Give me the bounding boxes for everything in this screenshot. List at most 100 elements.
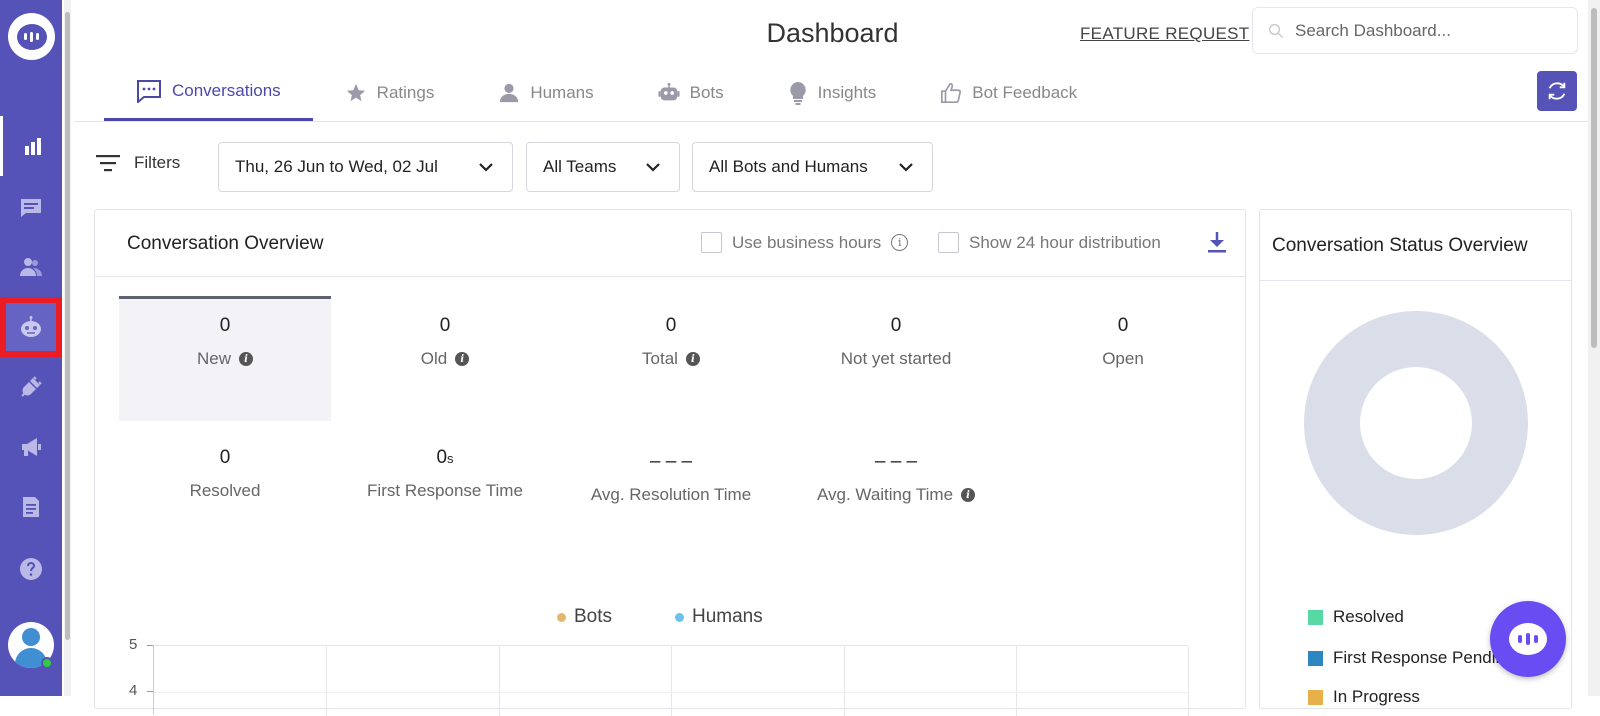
search-input[interactable] xyxy=(1295,20,1555,41)
info-icon[interactable]: i xyxy=(891,234,909,251)
legend-label: First Response Pending xyxy=(1333,648,1515,667)
tab-humans[interactable]: Humans xyxy=(466,64,625,121)
metric-label: Avg. Resolution Time xyxy=(590,485,752,504)
checkbox-box[interactable] xyxy=(701,232,722,253)
tab-label: Humans xyxy=(530,82,594,102)
tab-label: Insights xyxy=(817,82,877,102)
tab-bot-feedback[interactable]: Bot Feedback xyxy=(908,64,1109,121)
legend-label: Humans xyxy=(692,606,763,627)
tab-label: Bots xyxy=(689,82,724,102)
metric-label: Resolved xyxy=(189,481,261,500)
metric-avg-resolution-time[interactable]: – – – Avg. Resolution Time xyxy=(565,451,777,505)
chat-widget-button[interactable] xyxy=(1490,601,1566,677)
users-icon xyxy=(20,258,42,276)
tab-label: Ratings xyxy=(376,82,435,102)
app-logo[interactable] xyxy=(8,13,55,60)
sidebar-item-reports[interactable] xyxy=(0,477,62,537)
legend-item-bots[interactable]: Bots xyxy=(557,606,612,628)
metric-total[interactable]: 0 Total i xyxy=(565,315,777,369)
download-icon[interactable] xyxy=(1207,230,1227,254)
checkbox-box[interactable] xyxy=(938,232,959,253)
metric-not-yet-started[interactable]: 0 Not yet started xyxy=(790,315,1002,369)
tab-label: Conversations xyxy=(172,81,281,100)
info-icon[interactable]: i xyxy=(455,352,470,366)
grid-line xyxy=(844,646,845,716)
filters-label: Filters xyxy=(134,153,181,172)
status-legend-in-progress[interactable]: In Progress xyxy=(1308,687,1420,707)
metric-value: – – – xyxy=(649,451,693,472)
sidebar-item-bots[interactable] xyxy=(0,297,62,357)
metric-label: Total xyxy=(642,349,678,368)
megaphone-icon xyxy=(22,438,41,456)
teams-dropdown[interactable]: All Teams xyxy=(526,142,680,192)
metric-label: First Response Time xyxy=(367,481,523,500)
tab-ratings[interactable]: Ratings xyxy=(313,64,467,121)
status-legend-resolved[interactable]: Resolved xyxy=(1308,607,1404,627)
chevron-down-icon xyxy=(646,163,660,172)
status-legend-first-response-pending[interactable]: First Response Pending xyxy=(1308,648,1514,668)
sidebar-item-conversations[interactable] xyxy=(0,178,62,238)
page-scrollbar[interactable] xyxy=(1588,0,1600,696)
tab-label: Bot Feedback xyxy=(972,82,1078,102)
info-icon[interactable]: i xyxy=(961,488,976,502)
metric-value: 0 xyxy=(219,447,231,468)
metric-label: Avg. Waiting Time xyxy=(816,485,954,504)
agents-dropdown[interactable]: All Bots and Humans xyxy=(692,142,933,192)
metric-label: New xyxy=(196,349,231,368)
online-status-dot xyxy=(41,657,53,669)
filters-button[interactable]: Filters xyxy=(96,153,180,173)
legend-label: Resolved xyxy=(1333,607,1404,626)
sidebar-item-campaigns[interactable] xyxy=(0,417,62,477)
date-range-dropdown[interactable]: Thu, 26 Jun to Wed, 02 Jul xyxy=(218,142,513,192)
chevron-down-icon xyxy=(899,163,913,172)
message-icon xyxy=(21,199,41,217)
card-header: Conversation Overview Use business hours… xyxy=(95,210,1245,277)
legend-item-humans[interactable]: Humans xyxy=(675,606,763,628)
business-hours-checkbox[interactable]: Use business hours i xyxy=(701,232,909,253)
metric-first-response-time[interactable]: 0s First Response Time xyxy=(339,447,551,501)
tab-insights[interactable]: Insights xyxy=(756,64,909,121)
document-icon xyxy=(23,497,39,517)
filter-icon xyxy=(96,155,120,172)
legend-label: In Progress xyxy=(1333,687,1420,706)
tab-bots[interactable]: Bots xyxy=(626,64,756,121)
metric-new[interactable]: 0 New i xyxy=(119,296,331,421)
legend-dot xyxy=(675,612,684,622)
metric-avg-waiting-time[interactable]: – – – Avg. Waiting Time i xyxy=(790,451,1002,505)
distribution-checkbox[interactable]: Show 24 hour distribution xyxy=(938,232,1161,253)
chat-icon xyxy=(137,80,161,103)
grid-line xyxy=(499,646,500,716)
metric-unit: s xyxy=(447,451,454,466)
metric-label: Old xyxy=(420,349,448,368)
sidebar-item-help[interactable] xyxy=(0,539,62,599)
status-donut-chart[interactable] xyxy=(1304,311,1528,535)
legend-dot xyxy=(557,612,566,622)
card-title: Conversation Overview xyxy=(127,233,324,254)
legend-swatch xyxy=(1308,650,1323,666)
sidebar-item-analytics[interactable] xyxy=(0,116,62,176)
metric-open[interactable]: 0 Open xyxy=(1017,315,1229,369)
info-icon[interactable]: i xyxy=(685,352,700,366)
refresh-icon xyxy=(1548,82,1566,100)
person-icon xyxy=(500,83,519,102)
y-tick-label: 5 xyxy=(129,636,138,653)
tab-conversations[interactable]: Conversations xyxy=(104,64,313,121)
info-icon[interactable]: i xyxy=(239,352,253,366)
feature-request-link[interactable]: FEATURE REQUEST xyxy=(1080,24,1249,44)
agents-value: All Bots and Humans xyxy=(709,157,868,176)
search-box[interactable] xyxy=(1252,7,1578,54)
business-hours-label: Use business hours xyxy=(732,232,882,252)
question-icon xyxy=(20,558,42,580)
card-title: Conversation Status Overview xyxy=(1272,235,1528,256)
sidebar-item-integrations[interactable] xyxy=(0,357,62,417)
y-tick-label: 4 xyxy=(129,682,138,699)
page-title: Dashboard xyxy=(766,18,899,48)
refresh-button[interactable] xyxy=(1537,71,1577,111)
metric-resolved[interactable]: 0 Resolved xyxy=(119,447,331,501)
grid-line xyxy=(154,692,1189,693)
sidebar-item-contacts[interactable] xyxy=(0,237,62,297)
bar-chart-icon xyxy=(24,138,41,155)
metric-old[interactable]: 0 Old i xyxy=(339,315,551,369)
thumbs-up-icon xyxy=(941,82,962,103)
sidebar-scrollbar[interactable] xyxy=(64,0,71,696)
